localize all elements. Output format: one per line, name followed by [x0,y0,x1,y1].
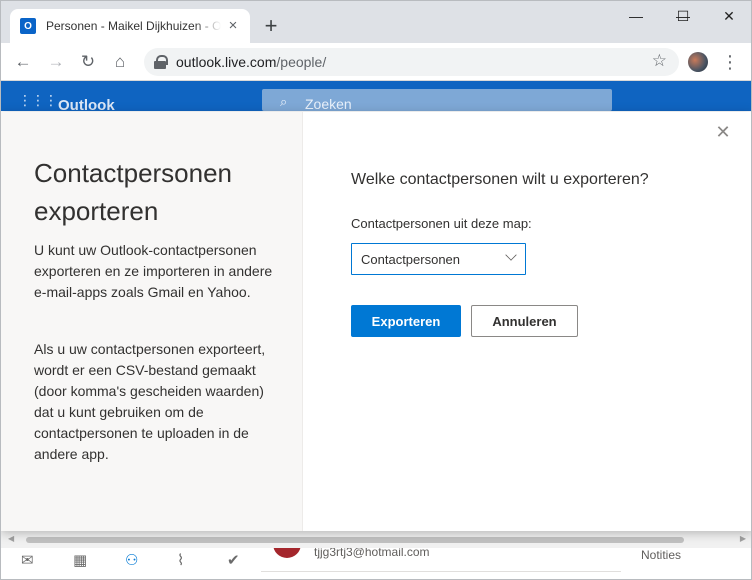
browser-window: O Personen - Maikel Dijkhuizen - Outlook… [0,0,752,580]
attachment-icon[interactable]: ⌇ [177,551,184,569]
window-maximize-button[interactable]: ☐ [661,5,705,27]
folder-label: Contactpersonen uit deze map: [351,216,532,231]
forward-arrow-icon[interactable]: → [44,50,68,74]
search-box[interactable]: ⌕ Zoeken [262,89,612,112]
export-button[interactable]: Exporteren [351,305,461,337]
folder-selected-value: Contactpersonen [361,252,461,267]
back-arrow-icon[interactable]: ← [11,50,35,74]
dialog-title: Contactpersonen exporteren [34,158,233,226]
scroll-right-icon[interactable]: ▶ [740,534,746,543]
bookmark-star-icon[interactable]: ☆ [652,51,667,71]
app-launcher-icon[interactable]: ⋮⋮⋮ [18,93,58,111]
app-header: ⋮⋮⋮ Outlook ⌕ Zoeken [1,81,751,114]
scroll-left-icon[interactable]: ◀ [8,534,14,543]
scrollbar-thumb[interactable] [26,537,684,543]
browser-toolbar: ← → ↻ ⌂ outlook.live.com/people/ ☆ ⋮ [1,43,751,81]
dialog-description: U kunt uw Outlook-contactpersonen export… [34,242,273,300]
home-icon[interactable]: ⌂ [108,50,132,74]
browser-menu-icon[interactable]: ⋮ [721,50,739,74]
reload-icon[interactable]: ↻ [76,50,100,74]
profile-avatar[interactable] [688,52,708,72]
search-icon: ⌕ [280,94,288,109]
dialog-info-panel: Contactpersonen exporteren U kunt uw Out… [1,112,303,531]
people-icon[interactable]: ⚇ [125,551,138,569]
calendar-icon[interactable]: ▦ [73,551,87,569]
url-host: outlook.live.com [176,54,277,70]
chevron-down-icon [505,249,517,261]
search-placeholder: Zoeken [305,96,352,112]
todo-icon[interactable]: ✔ [227,551,240,569]
lock-icon[interactable] [154,55,168,69]
url-path: /people/ [276,54,327,70]
export-contacts-dialog: Contactpersonen exporteren U kunt uw Out… [1,112,751,531]
horizontal-scrollbar[interactable]: ◀ ▶ [1,531,751,548]
close-tab-icon[interactable]: × [225,18,241,34]
window-close-button[interactable]: ✕ [707,5,751,27]
dialog-csv-explanation: Als u uw contactpersonen exporteert, wor… [34,341,266,462]
notes-label: Notities [641,548,682,562]
divider [261,571,621,572]
mail-icon[interactable]: ✉ [21,551,34,569]
address-bar[interactable]: outlook.live.com/people/ ☆ [144,48,679,76]
cancel-button[interactable]: Annuleren [471,305,578,337]
close-icon[interactable]: ✕ [715,123,731,141]
window-minimize-button[interactable]: — [614,5,658,27]
outlook-favicon-icon: O [20,18,36,34]
folder-dropdown[interactable]: Contactpersonen [351,243,526,275]
new-tab-icon[interactable]: + [259,14,283,38]
tab-title: Personen - Maikel Dijkhuizen - Outlook [46,19,221,33]
export-question: Welke contactpersonen wilt u exporteren? [351,171,649,188]
browser-tab[interactable]: O Personen - Maikel Dijkhuizen - Outlook… [10,9,250,43]
